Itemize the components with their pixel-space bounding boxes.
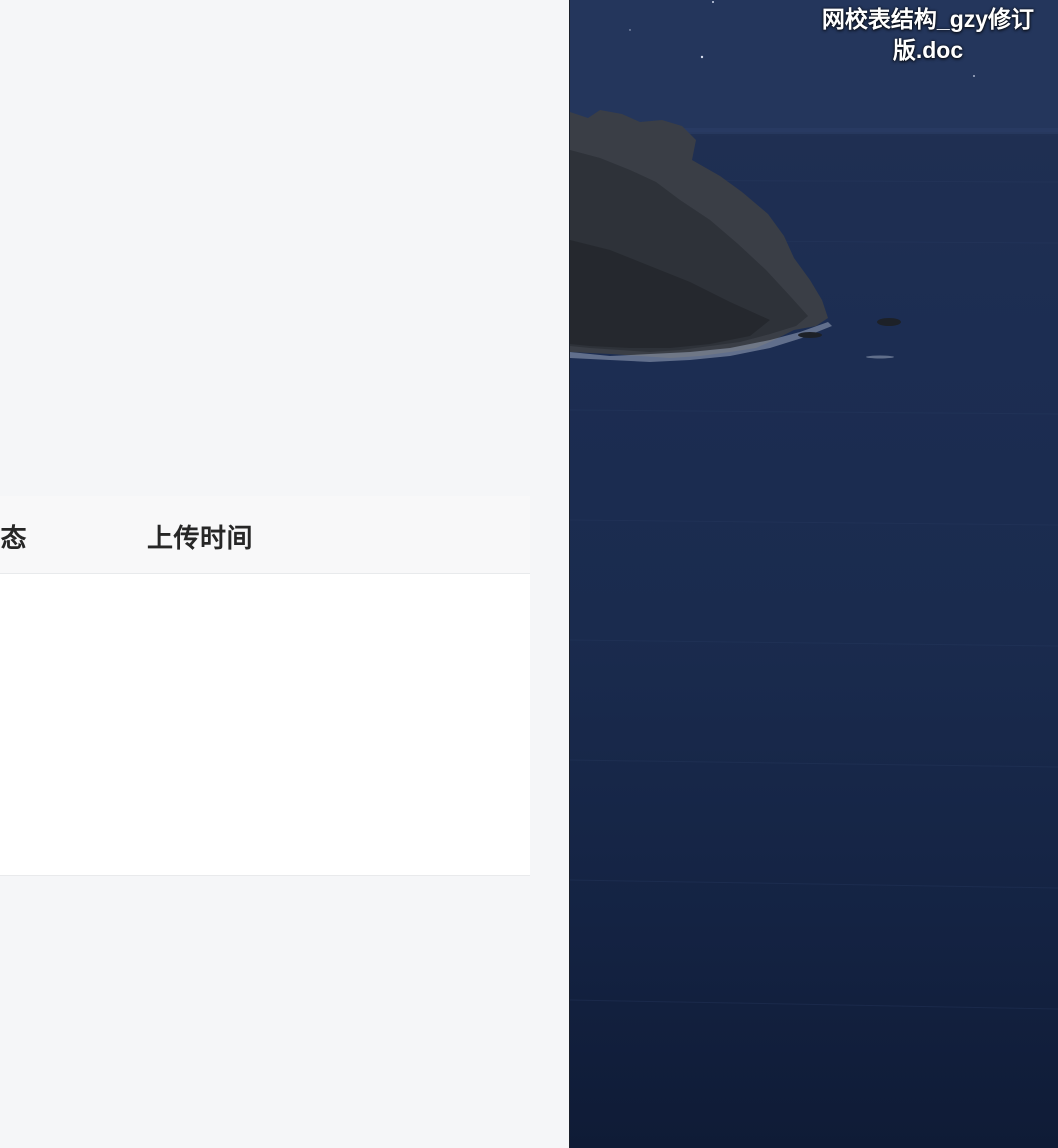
desktop-file-label: 网校表结构_gzy修订版.doc (821, 6, 1035, 63)
table-header: 状态 上传时间 (0, 496, 530, 574)
desktop-wallpaper (570, 0, 1058, 1148)
table-body-empty (0, 574, 530, 874)
wallpaper-scene (570, 0, 1058, 1010)
desktop-file-doc[interactable]: 网校表结构_gzy修订版.doc (808, 4, 1048, 66)
column-header-upload-time[interactable]: 上传时间 (147, 518, 253, 555)
app-window: 状态 上传时间 (0, 0, 570, 1148)
upload-list-table: 状态 上传时间 (0, 496, 530, 876)
column-header-status[interactable]: 状态 (0, 518, 27, 555)
